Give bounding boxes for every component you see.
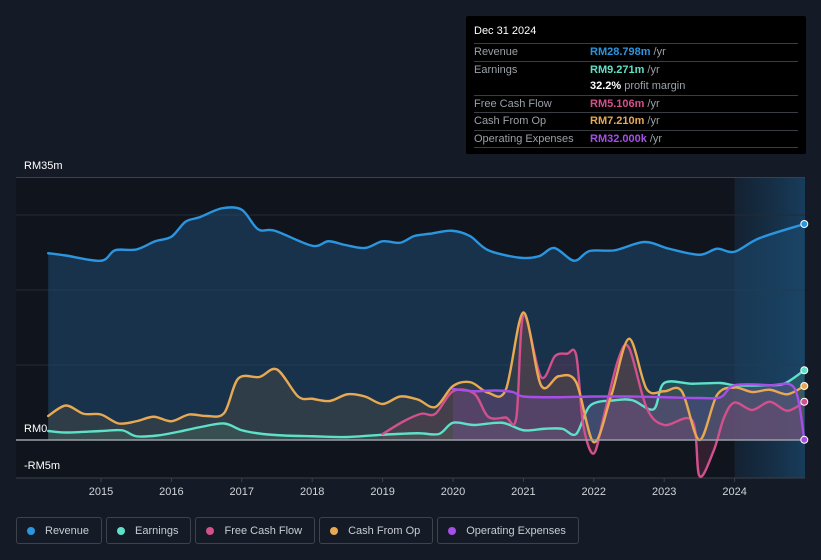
legend-item-earnings[interactable]: Earnings bbox=[106, 517, 192, 544]
tooltip-row: Operating Expenses RM32.000k/yr bbox=[474, 131, 798, 148]
legend-label: Cash From Op bbox=[348, 524, 421, 537]
cash-from-op-endpoint bbox=[800, 382, 809, 390]
x-tick-label: 2022 bbox=[582, 486, 606, 498]
legend-label: Earnings bbox=[135, 524, 179, 537]
x-tick-label: 2019 bbox=[370, 486, 394, 498]
tooltip-row: 32.2% profit margin bbox=[474, 78, 798, 96]
tooltip-date: Dec 31 2024 bbox=[474, 24, 798, 44]
tooltip-row-label: Revenue bbox=[474, 46, 519, 59]
tooltip-row-label: Operating Expenses bbox=[474, 132, 574, 145]
legend-item-free-cash-flow[interactable]: Free Cash Flow bbox=[195, 517, 316, 544]
tooltip-row-label: Cash From Op bbox=[474, 115, 547, 128]
x-tick-label: 2024 bbox=[722, 486, 746, 498]
x-tick-label: 2023 bbox=[652, 486, 676, 498]
tooltip-row: Revenue RM28.798m/yr bbox=[474, 44, 798, 62]
tooltip-row-value: RM5.106m bbox=[590, 97, 645, 110]
earnings-endpoint bbox=[800, 366, 809, 375]
tooltip-row-unit: /yr bbox=[653, 46, 666, 59]
legend-item-cash-from-op[interactable]: Cash From Op bbox=[319, 517, 434, 544]
tooltip-row: Free Cash Flow RM5.106m/yr bbox=[474, 96, 798, 113]
legend-dot-icon bbox=[330, 526, 339, 535]
x-tick-label: 2021 bbox=[511, 486, 535, 498]
legend-dot-icon bbox=[206, 526, 215, 535]
legend-item-operating-expenses[interactable]: Operating Expenses bbox=[437, 517, 579, 544]
tooltip-row-value: 32.2% bbox=[590, 80, 622, 93]
x-tick-label: 2015 bbox=[89, 486, 113, 498]
x-tick-label: 2017 bbox=[230, 486, 254, 498]
legend-dot-icon bbox=[27, 526, 35, 535]
operating-expenses-endpoint bbox=[800, 435, 809, 444]
y-tick-label-zero: RM0 bbox=[24, 423, 48, 435]
tooltip-row: Earnings RM9.271m/yr bbox=[474, 62, 798, 79]
tooltip-row-label: Free Cash Flow bbox=[474, 97, 552, 110]
free-cash-flow-endpoint bbox=[800, 397, 809, 406]
tooltip-row-value: RM7.210m bbox=[590, 115, 645, 128]
legend-label: Operating Expenses bbox=[466, 524, 566, 537]
y-tick-label-top: RM35m bbox=[24, 160, 63, 172]
legend: Revenue Earnings Free Cash Flow Cash From O… bbox=[16, 517, 579, 544]
tooltip-row-label: Earnings bbox=[474, 63, 518, 76]
tooltip-row-unit: /yr bbox=[649, 132, 663, 145]
tooltip-row: Cash From Op RM7.210m/yr bbox=[474, 113, 798, 131]
x-tick-label: 2016 bbox=[159, 486, 183, 498]
legend-dot-icon bbox=[448, 526, 457, 535]
tooltip-row-unit: /yr bbox=[647, 97, 660, 110]
tooltip-row-value: RM28.798m bbox=[590, 46, 651, 59]
x-tick-label: 2018 bbox=[300, 486, 324, 498]
tooltip-row-value: RM9.271m bbox=[590, 63, 645, 76]
legend-dot-icon bbox=[117, 526, 126, 535]
legend-label: Revenue bbox=[45, 524, 90, 537]
tooltip-row-unit: profit margin bbox=[624, 80, 686, 93]
tooltip-row-value: RM32.000k bbox=[590, 132, 647, 145]
legend-item-revenue[interactable]: Revenue bbox=[16, 517, 103, 544]
y-tick-label-bottom: -RM5m bbox=[24, 460, 61, 472]
tooltip-row-unit: /yr bbox=[647, 115, 660, 128]
tooltip-panel: Dec 31 2024 Revenue RM28.798m/yr Earnings R… bbox=[466, 16, 806, 154]
legend-label: Free Cash Flow bbox=[224, 524, 303, 537]
revenue-endpoint bbox=[800, 220, 809, 228]
tooltip-row-unit: /yr bbox=[647, 63, 660, 76]
x-tick-label: 2020 bbox=[441, 486, 465, 498]
